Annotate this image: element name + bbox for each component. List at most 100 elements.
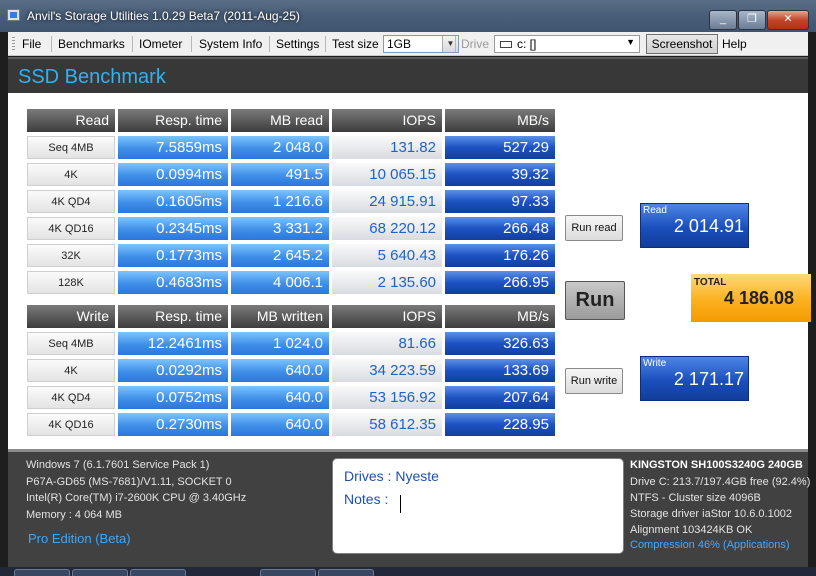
maximize-button[interactable]: ❐ xyxy=(738,10,766,30)
read-header-iops: IOPS xyxy=(332,109,442,132)
taskbar-item[interactable] xyxy=(130,569,186,576)
close-button[interactable]: ✕ xyxy=(767,10,809,30)
write-header-mb: MB written xyxy=(231,305,329,328)
drive-storage-driver: Storage driver iaStor 10.6.0.1002 xyxy=(630,508,793,520)
benchmark-panel: Read Resp. time MB read IOPS MB/s Seq 4M… xyxy=(8,93,811,449)
read-iops: 131.82 xyxy=(332,136,442,159)
write-resp-time: 0.0292ms xyxy=(118,359,228,382)
write-score-label: Write xyxy=(643,358,667,369)
app-icon xyxy=(7,9,20,21)
read-mbs: 39.32 xyxy=(445,163,555,186)
menu-separator xyxy=(455,36,456,52)
read-mbs: 527.29 xyxy=(445,136,555,159)
read-iops: 68 220.12 xyxy=(332,217,442,240)
menu-separator xyxy=(269,36,270,52)
memory-info: Memory : 4 064 MB xyxy=(26,509,122,521)
read-resp-time: 0.4683ms xyxy=(118,271,228,294)
read-row-label: 4K xyxy=(27,163,115,186)
title-bar: Anvil's Storage Utilities 1.0.29 Beta7 (… xyxy=(0,0,816,32)
edition-label: Pro Edition (Beta) xyxy=(28,531,131,546)
read-row-label: 128K xyxy=(27,271,115,294)
read-mbs: 97.33 xyxy=(445,190,555,213)
write-header-label: Write xyxy=(27,305,115,328)
read-header-mbs: MB/s xyxy=(445,109,555,132)
read-row-label: 32K xyxy=(27,244,115,267)
run-write-button[interactable]: Run write xyxy=(565,368,623,394)
taskbar-item[interactable] xyxy=(14,569,70,576)
minimize-button[interactable]: _ xyxy=(709,10,737,30)
write-mbs: 326.63 xyxy=(445,332,555,355)
read-iops: 2 135.60 xyxy=(332,271,442,294)
write-mbs: 228.95 xyxy=(445,413,555,436)
read-header-resp: Resp. time xyxy=(118,109,228,132)
motherboard-info: P67A-GD65 (MS-7681)/V1.11, SOCKET 0 xyxy=(26,476,232,488)
write-header-resp: Resp. time xyxy=(118,305,228,328)
write-resp-time: 0.0752ms xyxy=(118,386,228,409)
menu-benchmarks[interactable]: Benchmarks xyxy=(58,32,125,56)
total-score-label: TOTAL xyxy=(694,277,727,288)
write-score-value: 2 171.17 xyxy=(673,369,744,389)
read-mbs: 266.48 xyxy=(445,217,555,240)
read-header-label: Read xyxy=(27,109,115,132)
info-footer: Windows 7 (6.1.7601 Service Pack 1) P67A… xyxy=(8,449,811,567)
read-iops: 5 640.43 xyxy=(332,244,442,267)
read-resp-time: 0.1773ms xyxy=(118,244,228,267)
run-button[interactable]: Run xyxy=(565,281,625,320)
drive-model: KINGSTON SH100S3240G 240GB xyxy=(630,459,803,471)
drive-alignment: Alignment 103424KB OK xyxy=(630,524,753,536)
notes-field[interactable]: Drives : Nyeste Notes : xyxy=(332,458,624,554)
read-mb: 2 048.0 xyxy=(231,136,329,159)
write-mb: 640.0 xyxy=(231,386,329,409)
read-score-label: Read xyxy=(643,205,667,216)
page-title: SSD Benchmark xyxy=(18,66,166,88)
menu-help[interactable]: Help xyxy=(722,32,747,56)
test-size-select[interactable]: 1GB ▼ xyxy=(383,35,459,53)
read-row-label: Seq 4MB xyxy=(27,136,115,159)
read-mb: 491.5 xyxy=(231,163,329,186)
menu-file[interactable]: File xyxy=(22,32,41,56)
page-header: SSD Benchmark xyxy=(8,57,808,93)
read-mb: 4 006.1 xyxy=(231,271,329,294)
read-mbs: 266.95 xyxy=(445,271,555,294)
chevron-down-icon[interactable]: ▼ xyxy=(626,37,635,47)
write-iops: 53 156.92 xyxy=(332,386,442,409)
read-resp-time: 0.1605ms xyxy=(118,190,228,213)
taskbar-item[interactable] xyxy=(318,569,374,576)
drive-free-space: Drive C: 213.7/197.4GB free (92.4%) xyxy=(630,476,811,488)
drive-select[interactable]: c: [] ▼ xyxy=(494,35,640,53)
drive-compression[interactable]: Compression 46% (Applications) xyxy=(630,539,790,551)
menu-separator xyxy=(51,36,52,52)
total-score: TOTAL 4 186.08 xyxy=(691,274,811,322)
drives-note: Drives : Nyeste xyxy=(344,468,439,484)
drive-label: Drive xyxy=(461,37,490,51)
write-row-label: 4K QD4 xyxy=(27,386,115,409)
menu-settings[interactable]: Settings xyxy=(276,32,319,56)
app-window: Anvil's Storage Utilities 1.0.29 Beta7 (… xyxy=(0,0,816,576)
taskbar-item[interactable] xyxy=(260,569,316,576)
write-iops: 81.66 xyxy=(332,332,442,355)
drive-value: c: [] xyxy=(517,37,537,51)
write-resp-time: 0.2730ms xyxy=(118,413,228,436)
notes-label: Notes : xyxy=(344,491,389,507)
write-resp-time: 12.2461ms xyxy=(118,332,228,355)
write-row-label: 4K QD16 xyxy=(27,413,115,436)
screenshot-button[interactable]: Screenshot xyxy=(646,34,718,54)
read-resp-time: 7.5859ms xyxy=(118,136,228,159)
run-read-button[interactable]: Run read xyxy=(565,215,623,241)
read-resp-time: 0.0994ms xyxy=(118,163,228,186)
toolbar-grip[interactable] xyxy=(12,37,15,51)
write-mb: 1 024.0 xyxy=(231,332,329,355)
write-iops: 58 612.35 xyxy=(332,413,442,436)
menu-system-info[interactable]: System Info xyxy=(199,32,262,56)
window-title: Anvil's Storage Utilities 1.0.29 Beta7 (… xyxy=(27,9,300,23)
taskbar-item[interactable] xyxy=(72,569,128,576)
total-score-value: 4 186.08 xyxy=(724,288,795,308)
cpu-info: Intel(R) Core(TM) i7-2600K CPU @ 3.40GHz xyxy=(26,492,247,504)
read-mb: 3 331.2 xyxy=(231,217,329,240)
read-iops: 10 065.15 xyxy=(332,163,442,186)
write-header-mbs: MB/s xyxy=(445,305,555,328)
test-size-value: 1GB xyxy=(387,37,412,51)
read-mbs: 176.26 xyxy=(445,244,555,267)
menu-iometer[interactable]: IOmeter xyxy=(139,32,182,56)
write-mb: 640.0 xyxy=(231,413,329,436)
